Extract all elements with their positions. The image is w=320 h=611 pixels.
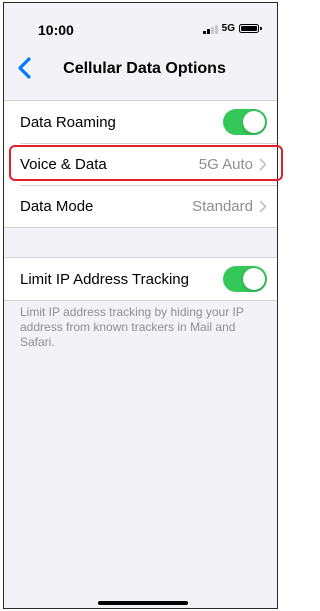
data-mode-value: Standard bbox=[192, 197, 253, 215]
home-indicator[interactable] bbox=[98, 601, 188, 605]
status-time: 10:00 bbox=[38, 22, 74, 38]
privacy-settings-group: Limit IP Address Tracking bbox=[4, 257, 277, 301]
network-type: 5G bbox=[221, 23, 235, 34]
navigation-bar: Cellular Data Options bbox=[4, 47, 277, 91]
battery-icon bbox=[239, 24, 262, 33]
data-roaming-toggle[interactable] bbox=[223, 109, 267, 135]
status-indicators: 5G bbox=[203, 23, 262, 34]
data-roaming-label: Data Roaming bbox=[20, 113, 116, 131]
toggle-knob bbox=[243, 268, 265, 290]
phone-screen: 10:00 5G Cellular Data Options Data Roam… bbox=[3, 2, 278, 609]
page-title: Cellular Data Options bbox=[63, 60, 226, 77]
data-mode-label: Data Mode bbox=[20, 197, 94, 215]
signal-icon bbox=[203, 24, 218, 34]
cellular-settings-group: Data Roaming Voice & Data 5G Auto Data M… bbox=[4, 100, 277, 228]
data-roaming-row[interactable]: Data Roaming bbox=[4, 101, 277, 143]
voice-and-data-row[interactable]: Voice & Data 5G Auto bbox=[4, 143, 277, 185]
toggle-knob bbox=[243, 111, 265, 133]
limit-ip-tracking-description: Limit IP address tracking by hiding your… bbox=[20, 305, 244, 349]
limit-ip-tracking-row[interactable]: Limit IP Address Tracking bbox=[4, 258, 277, 300]
limit-ip-tracking-toggle[interactable] bbox=[223, 266, 267, 292]
limit-ip-tracking-label: Limit IP Address Tracking bbox=[20, 270, 189, 288]
chevron-right-icon bbox=[259, 158, 267, 170]
chevron-right-icon bbox=[259, 200, 267, 212]
data-mode-row[interactable]: Data Mode Standard bbox=[4, 185, 277, 227]
status-bar: 10:00 5G bbox=[4, 3, 277, 47]
voice-and-data-label: Voice & Data bbox=[20, 155, 107, 173]
voice-and-data-value: 5G Auto bbox=[198, 155, 253, 173]
